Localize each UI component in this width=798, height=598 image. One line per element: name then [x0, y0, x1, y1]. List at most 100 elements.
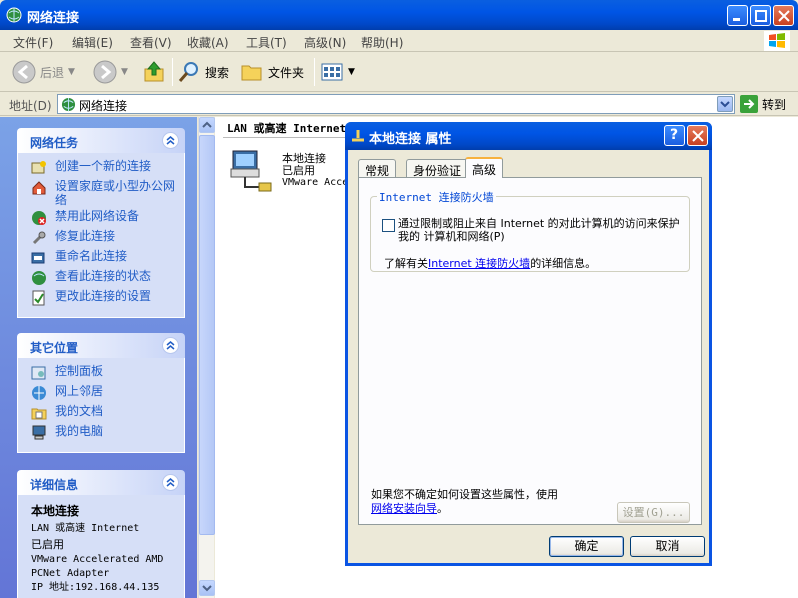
tab-general[interactable]: 常规: [358, 159, 397, 178]
firewall-checkbox-label[interactable]: 通过限制或阻止来自 Internet 的对此计算机的访问来保护我的 计算机和网络…: [398, 217, 688, 243]
task-rename-connection[interactable]: 重命名此连接: [18, 249, 184, 269]
up-folder-button[interactable]: [142, 57, 166, 87]
window-titlebar[interactable]: 网络连接: [0, 0, 798, 30]
search-label: 搜索: [205, 65, 230, 80]
menu-file[interactable]: 文件(F): [13, 34, 53, 51]
settings-button[interactable]: 设置(G)...: [617, 502, 690, 523]
scroll-down-button[interactable]: [199, 580, 215, 596]
details-header[interactable]: 详细信息: [17, 470, 185, 495]
tab-authentication[interactable]: 身份验证: [406, 159, 469, 178]
task-setup-home-network[interactable]: 设置家庭或小型办公网络: [18, 179, 184, 209]
folders-button[interactable]: 文件夹: [240, 57, 304, 87]
connection-small-icon: [352, 130, 364, 142]
dialog-title: 本地连接 属性: [369, 132, 452, 147]
place-my-computer[interactable]: 我的电脑: [18, 424, 184, 444]
search-button[interactable]: 搜索: [177, 57, 229, 87]
maximize-icon: [755, 10, 767, 22]
help-icon: ?: [670, 127, 679, 143]
forward-arrow-icon: [93, 60, 117, 84]
place-my-documents[interactable]: 我的文档: [18, 404, 184, 424]
firewall-info-line: 了解有关Internet 连接防火墙的详细信息。: [384, 257, 597, 270]
close-icon: [692, 130, 704, 142]
views-dropdown-icon[interactable]: ▼: [348, 67, 355, 77]
task-pane-scrollbar[interactable]: [198, 117, 215, 598]
chevron-down-icon: [202, 585, 212, 592]
windows-logo-icon: [764, 31, 790, 51]
address-dropdown-button[interactable]: [717, 96, 733, 112]
menu-favorites[interactable]: 收藏(A): [187, 34, 229, 51]
close-button[interactable]: [773, 5, 794, 26]
menu-help[interactable]: 帮助(H): [361, 34, 403, 51]
lan-connection-icon: [230, 150, 272, 192]
other-places-header[interactable]: 其它位置: [17, 333, 185, 358]
search-icon: [178, 62, 198, 82]
place-control-panel[interactable]: 控制面板: [18, 364, 184, 384]
cancel-button[interactable]: 取消: [630, 536, 705, 557]
back-button[interactable]: 后退 ▼: [12, 57, 75, 87]
address-input[interactable]: 网络连接: [57, 94, 735, 114]
forward-dropdown-icon[interactable]: ▼: [121, 67, 128, 77]
address-value: 网络连接: [79, 99, 128, 113]
new-connection-icon: [31, 161, 46, 174]
task-pane: 网络任务 创建一个新的连接 设置家庭或小型办公网络 禁用此网络设备 修复此连接: [0, 117, 197, 598]
scroll-thumb[interactable]: [199, 135, 215, 535]
forward-button[interactable]: ▼: [93, 57, 128, 87]
disable-device-icon: [32, 211, 46, 225]
scroll-up-button[interactable]: [199, 117, 215, 133]
views-grid-icon: [321, 63, 343, 81]
back-arrow-icon: [12, 60, 36, 84]
menu-advanced[interactable]: 高级(N): [304, 34, 346, 51]
collapse-chevron-icon[interactable]: [162, 474, 179, 491]
tab-advanced[interactable]: 高级: [465, 157, 504, 178]
place-network-neighborhood[interactable]: 网上邻居: [18, 384, 184, 404]
details-title: 详细信息: [30, 478, 79, 492]
views-button[interactable]: ▼: [320, 57, 355, 87]
advanced-tab-panel: Internet 连接防火墙 通过限制或阻止来自 Internet 的对此计算机…: [358, 177, 702, 525]
firewall-checkbox[interactable]: [382, 219, 395, 232]
network-tasks-header[interactable]: 网络任务: [17, 128, 185, 153]
network-places-icon: [32, 386, 46, 400]
network-tasks-panel: 网络任务 创建一个新的连接 设置家庭或小型办公网络 禁用此网络设备 修复此连接: [17, 128, 185, 318]
dialog-help-button[interactable]: ?: [664, 125, 685, 146]
properties-icon: [32, 290, 45, 306]
connection-item[interactable]: 本地连接 已启用 VMware Acce: [227, 147, 348, 200]
menu-tools[interactable]: 工具(T): [246, 34, 287, 51]
ok-button[interactable]: 确定: [549, 536, 624, 557]
firewall-info-link[interactable]: Internet 连接防火墙: [428, 257, 530, 270]
dialog-titlebar[interactable]: 本地连接 属性 ?: [345, 122, 712, 150]
collapse-chevron-icon[interactable]: [162, 337, 179, 354]
task-create-connection[interactable]: 创建一个新的连接: [18, 159, 184, 179]
status-globe-icon: [32, 271, 46, 285]
properties-dialog: 本地连接 属性 ? 常规 身份验证 高级 Internet 连接防火墙 通过限制…: [345, 122, 712, 566]
window-title: 网络连接: [27, 11, 80, 26]
task-view-status[interactable]: 查看此连接的状态: [18, 269, 184, 289]
home-network-icon: [32, 181, 46, 195]
network-setup-wizard-link[interactable]: 网络安装向导: [371, 502, 437, 515]
network-globe-icon: [6, 7, 22, 23]
menu-view[interactable]: 查看(V): [130, 34, 172, 51]
menu-edit[interactable]: 编辑(E): [72, 34, 113, 51]
task-change-settings[interactable]: 更改此连接的设置: [18, 289, 184, 309]
detail-name: 本地连接: [31, 504, 80, 518]
address-label: 地址(D): [9, 99, 52, 113]
dialog-close-button[interactable]: [687, 125, 708, 146]
control-panel-icon: [31, 366, 46, 380]
task-repair-connection[interactable]: 修复此连接: [18, 229, 184, 249]
collapse-chevron-icon[interactable]: [162, 132, 179, 149]
other-places-panel: 其它位置 控制面板 网上邻居 我的文档 我的电脑: [17, 333, 185, 453]
other-places-title: 其它位置: [30, 341, 79, 355]
firewall-group-title: Internet 连接防火墙: [377, 189, 496, 205]
connection-adapter: VMware Acce: [282, 177, 349, 188]
detail-type: LAN 或高速 Internet: [31, 523, 140, 534]
task-disable-device[interactable]: 禁用此网络设备: [18, 209, 184, 229]
back-dropdown-icon[interactable]: ▼: [68, 67, 75, 77]
minimize-button[interactable]: [727, 5, 748, 26]
toolbar: 后退 ▼ ▼ 搜索 文件夹 ▼: [0, 52, 798, 92]
group-header: LAN 或高速 Internet: [227, 122, 347, 135]
network-tasks-title: 网络任务: [30, 136, 79, 150]
network-globe-icon: [61, 97, 76, 112]
toolbar-separator: [314, 58, 315, 86]
maximize-button[interactable]: [750, 5, 771, 26]
go-button[interactable]: 转到: [740, 95, 786, 113]
back-label: 后退: [40, 65, 65, 80]
